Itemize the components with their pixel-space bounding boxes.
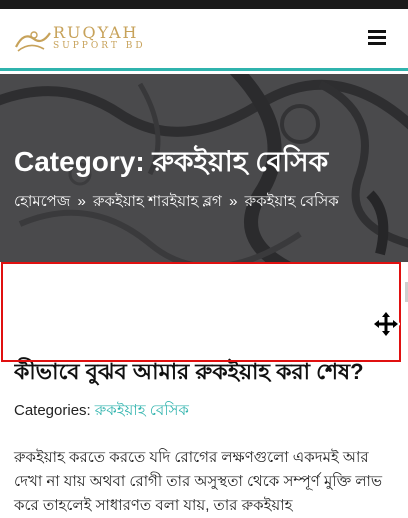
- site-logo[interactable]: RUQYAH SUPPORT BD: [14, 23, 164, 59]
- breadcrumb-separator: »: [77, 193, 86, 210]
- category-hero: Category: রুকইয়াহ বেসিক হোমপেজ » রুকইয়…: [0, 74, 408, 262]
- post-categories: Categories: রুকইয়াহ বেসিক: [14, 399, 189, 424]
- selection-rectangle[interactable]: [1, 262, 401, 362]
- logo-subtitle: SUPPORT BD: [53, 41, 146, 51]
- hamburger-menu-button[interactable]: [368, 30, 386, 46]
- breadcrumb-current: রুকইয়াহ বেসিক: [244, 193, 339, 210]
- category-link[interactable]: রুকইয়াহ বেসিক: [95, 402, 189, 419]
- page-title: Category: রুকইয়াহ বেসিক: [14, 146, 329, 177]
- move-cursor-icon: [372, 310, 400, 338]
- breadcrumb: হোমপেজ » রুকইয়াহ শারইয়াহ ব্লগ » রুকইয়…: [14, 190, 339, 215]
- post-excerpt: রুকইয়াহ করতে করতে যদি রোগের লক্ষণগুলো এ…: [14, 449, 383, 514]
- logo-emblem-icon: [15, 31, 51, 52]
- breadcrumb-separator: »: [229, 193, 238, 210]
- logo-title: RUQYAH: [53, 23, 139, 42]
- breadcrumb-parent-link[interactable]: রুকইয়াহ শারইয়াহ ব্লগ: [93, 193, 222, 210]
- hamburger-icon: [368, 30, 386, 33]
- categories-label: Categories:: [14, 402, 91, 419]
- breadcrumb-home-link[interactable]: হোমপেজ: [14, 193, 70, 210]
- site-header: RUQYAH SUPPORT BD: [0, 9, 408, 71]
- top-bar: [0, 0, 408, 9]
